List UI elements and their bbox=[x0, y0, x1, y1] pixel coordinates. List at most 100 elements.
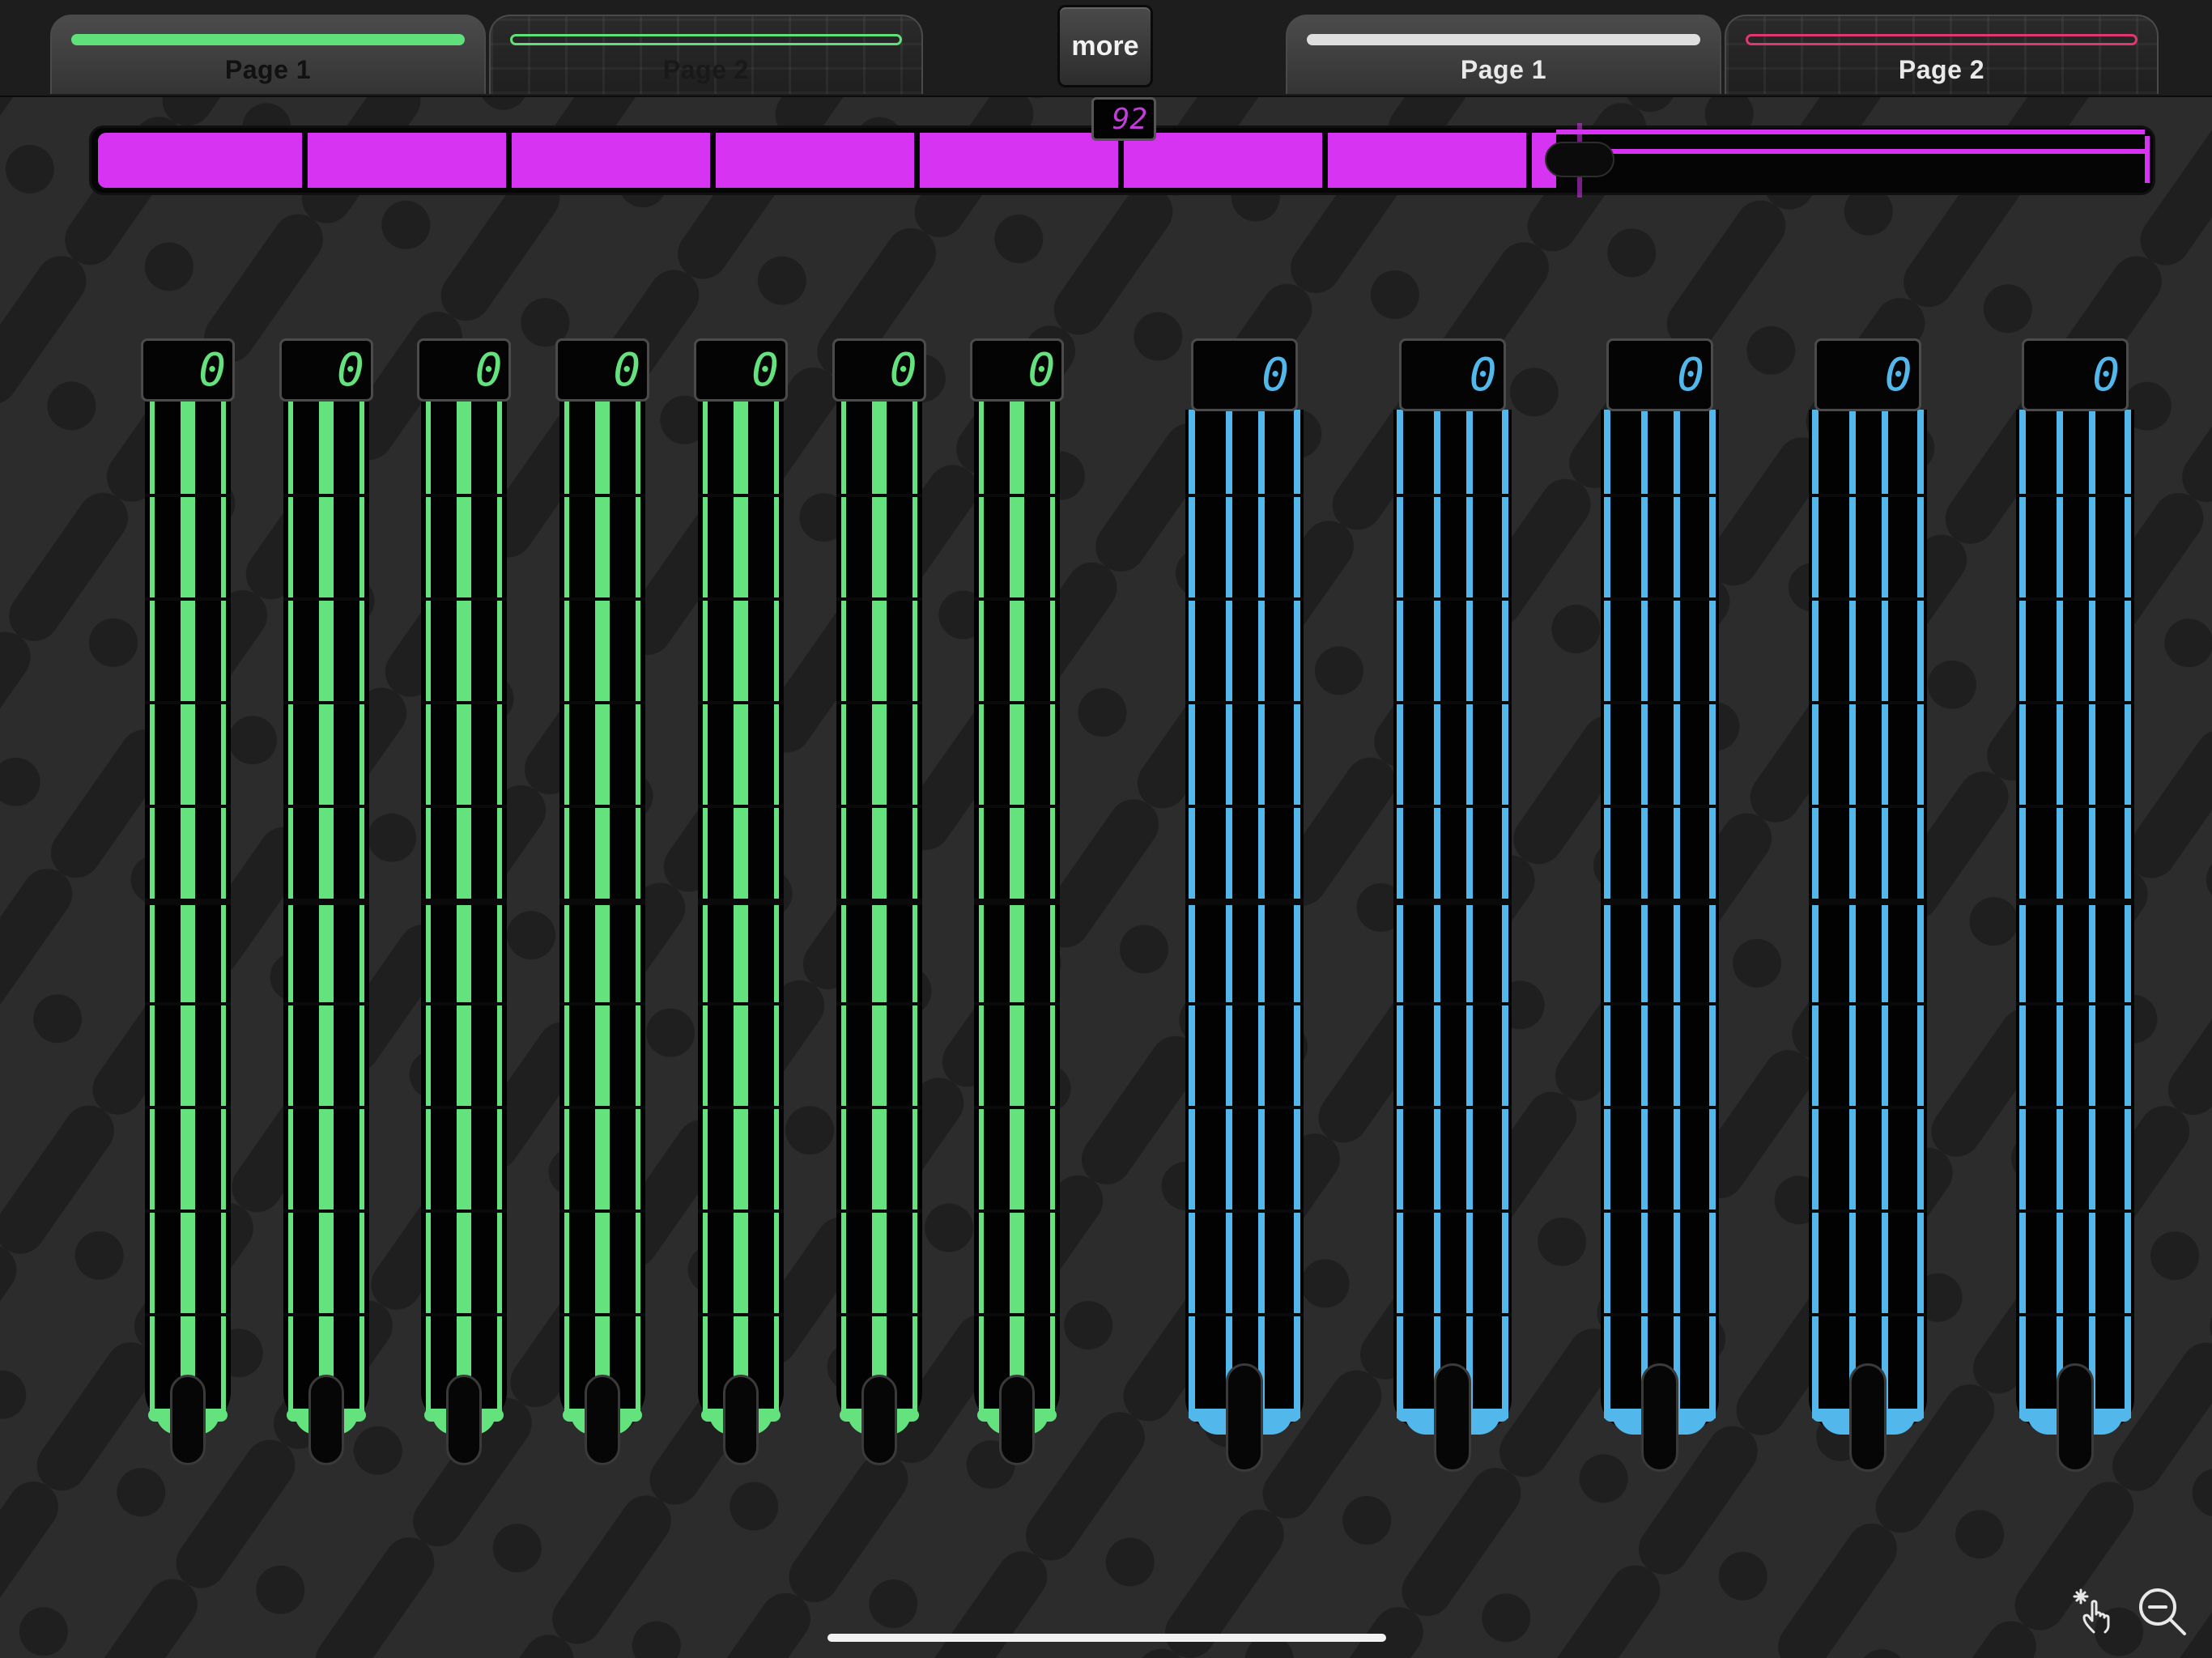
fader-tick bbox=[697, 701, 784, 704]
fader-thumb[interactable] bbox=[2057, 1363, 2094, 1472]
fader-tick bbox=[697, 494, 784, 497]
fader-rail bbox=[1433, 410, 1440, 1418]
fader-tick bbox=[421, 1313, 508, 1316]
fader-tick bbox=[836, 1313, 922, 1316]
fader-tick bbox=[697, 597, 784, 601]
fader-tick bbox=[1601, 597, 1719, 601]
fader-track bbox=[2016, 410, 2134, 1430]
horizontal-slider-segment-divider bbox=[1730, 128, 1736, 193]
tab-indicator bbox=[71, 34, 465, 45]
tab-indicator bbox=[1307, 34, 1700, 45]
fader-thumb[interactable] bbox=[1641, 1363, 1678, 1472]
fader-thumb[interactable] bbox=[585, 1375, 621, 1465]
tab-right-page-2[interactable]: Page 2 bbox=[1725, 15, 2159, 94]
fader-rail bbox=[1226, 410, 1232, 1418]
fader-tick bbox=[145, 805, 231, 808]
fader-rail bbox=[1709, 410, 1716, 1418]
home-indicator[interactable] bbox=[827, 1634, 1386, 1642]
green-fader-2[interactable]: 0 bbox=[279, 338, 373, 1465]
touch-hand-icon[interactable] bbox=[2069, 1587, 2121, 1635]
fader-thumb[interactable] bbox=[1226, 1363, 1263, 1472]
fader-rail bbox=[1396, 410, 1403, 1418]
tab-label: Page 2 bbox=[1898, 55, 1985, 84]
fader-rail bbox=[1010, 402, 1025, 1412]
fader-thumb[interactable] bbox=[446, 1375, 483, 1465]
fader-rail bbox=[221, 402, 226, 1412]
fader-tick bbox=[974, 494, 1061, 497]
fader-tick bbox=[697, 899, 784, 905]
tab-label: Page 1 bbox=[224, 55, 312, 84]
fader-thumb[interactable] bbox=[170, 1375, 206, 1465]
zoom-out-icon[interactable] bbox=[2136, 1585, 2189, 1639]
fader-rail bbox=[1916, 410, 1924, 1418]
fader-thumb[interactable] bbox=[308, 1375, 344, 1465]
fader-tick bbox=[1185, 1106, 1304, 1109]
blue-fader-3[interactable]: 0 bbox=[1601, 338, 1719, 1472]
fader-rail bbox=[912, 402, 917, 1412]
fader-tick bbox=[421, 494, 508, 497]
horizontal-slider-edge bbox=[2145, 136, 2150, 183]
fader-rail bbox=[1501, 410, 1508, 1418]
tab-right-page-1[interactable]: Page 1 bbox=[1286, 15, 1721, 94]
green-fader-7[interactable]: 0 bbox=[970, 338, 1065, 1465]
green-fader-1[interactable]: 0 bbox=[141, 338, 235, 1465]
fader-track bbox=[1601, 410, 1719, 1430]
fader-tick bbox=[1185, 899, 1304, 905]
fader-tick bbox=[1601, 494, 1719, 497]
fader-thumb[interactable] bbox=[722, 1375, 759, 1465]
fader-thumb[interactable] bbox=[1433, 1363, 1471, 1472]
fader-tick bbox=[1808, 494, 1927, 497]
fader-tick bbox=[559, 1209, 646, 1213]
horizontal-slider-segment-divider bbox=[302, 128, 308, 193]
fader-rail bbox=[318, 402, 334, 1412]
fader-rail bbox=[636, 402, 641, 1412]
green-fader-4[interactable]: 0 bbox=[555, 338, 650, 1465]
fader-tick bbox=[974, 1209, 1061, 1213]
fader-thumb[interactable] bbox=[1848, 1363, 1887, 1472]
fader-tick bbox=[974, 1002, 1061, 1005]
fader-tick bbox=[1393, 899, 1512, 905]
fader-tick bbox=[974, 805, 1061, 808]
fader-tick bbox=[836, 899, 922, 905]
fader-rail bbox=[773, 402, 779, 1412]
blue-fader-5[interactable]: 0 bbox=[2016, 338, 2134, 1472]
fader-tick bbox=[974, 1313, 1061, 1316]
fader-tick bbox=[559, 805, 646, 808]
fader-rail bbox=[1294, 410, 1300, 1418]
fader-tick bbox=[559, 899, 646, 905]
blue-fader-4[interactable]: 0 bbox=[1808, 338, 1927, 1472]
fader-track bbox=[1185, 410, 1304, 1430]
horizontal-slider-segment-divider bbox=[1526, 128, 1532, 193]
fader-tick bbox=[1393, 805, 1512, 808]
fader-tick bbox=[559, 1313, 646, 1316]
green-fader-3[interactable]: 0 bbox=[417, 338, 512, 1465]
fader-value: 0 bbox=[417, 338, 512, 402]
fader-rail bbox=[497, 402, 503, 1412]
fader-tick bbox=[1393, 701, 1512, 704]
fader-tick bbox=[974, 1106, 1061, 1109]
fader-tick bbox=[421, 1209, 508, 1213]
fader-tick bbox=[421, 899, 508, 905]
horizontal-slider-segment-divider bbox=[506, 128, 512, 193]
tab-left-page-2[interactable]: Page 2 bbox=[489, 15, 923, 94]
horizontal-slider-thumb[interactable] bbox=[1545, 142, 1614, 177]
fader-thumb[interactable] bbox=[999, 1375, 1036, 1465]
fader-rail bbox=[979, 402, 985, 1412]
fader-tick bbox=[283, 494, 369, 497]
fader-tick bbox=[145, 1313, 231, 1316]
more-button[interactable]: more bbox=[1057, 5, 1153, 87]
fader-tick bbox=[836, 494, 922, 497]
green-fader-6[interactable]: 0 bbox=[832, 338, 926, 1465]
fader-rail bbox=[2057, 410, 2063, 1418]
fader-tick bbox=[1601, 805, 1719, 808]
fader-tick bbox=[1808, 1313, 1927, 1316]
blue-fader-1[interactable]: 0 bbox=[1185, 338, 1304, 1472]
fader-rail bbox=[1674, 410, 1680, 1418]
green-fader-5[interactable]: 0 bbox=[693, 338, 788, 1465]
blue-fader-2[interactable]: 0 bbox=[1393, 338, 1512, 1472]
fader-rail bbox=[1050, 402, 1056, 1412]
fader-tick bbox=[145, 597, 231, 601]
tab-label: Page 2 bbox=[662, 55, 750, 84]
fader-thumb[interactable] bbox=[861, 1375, 897, 1465]
tab-left-page-1[interactable]: Page 1 bbox=[50, 15, 486, 94]
